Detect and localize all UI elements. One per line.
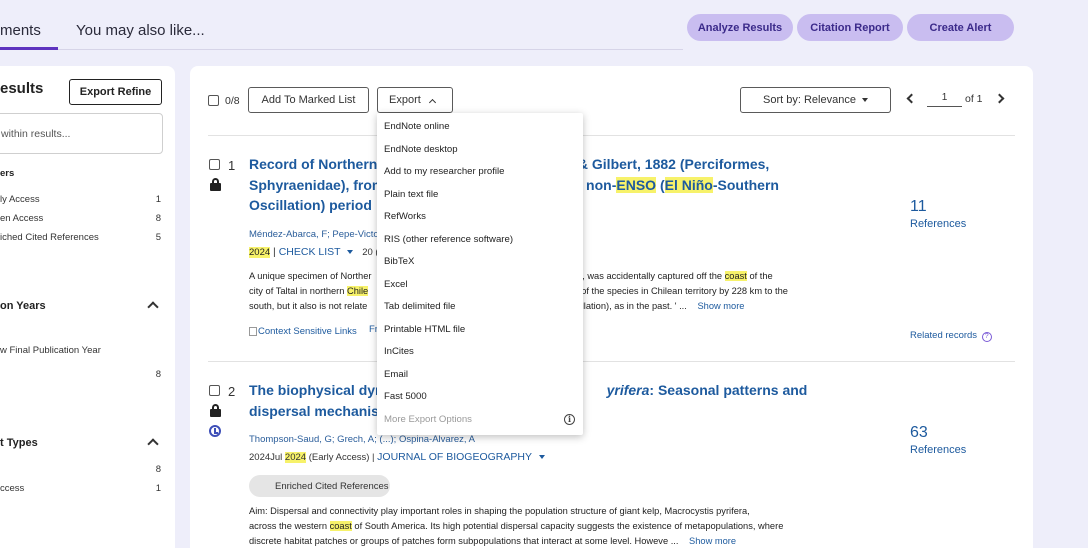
clock-icon — [209, 425, 221, 437]
quick-filters-heading: ers — [0, 168, 15, 179]
search-within-placeholder: within results... — [1, 128, 71, 140]
select-all-checkbox[interactable] — [208, 95, 219, 106]
enriched-cited-references-badge: Enriched Cited References — [249, 475, 390, 497]
lock-icon — [210, 178, 221, 191]
publication-years-heading: on Years — [0, 300, 46, 312]
add-to-marked-list-button[interactable]: Add To Marked List — [248, 87, 369, 113]
info-icon[interactable]: i — [564, 414, 575, 425]
refine-results-title: esults — [0, 80, 44, 97]
reference-count[interactable]: 11 — [910, 198, 927, 216]
export-email[interactable]: Email — [384, 369, 408, 380]
export-printable-html[interactable]: Printable HTML file — [384, 324, 465, 335]
filter-count: 8 — [155, 213, 161, 224]
result-checkbox[interactable] — [209, 385, 220, 396]
show-more-link[interactable]: Show more — [697, 301, 744, 311]
result-abstract: Aim: Dispersal and connectivity play imp… — [249, 506, 784, 546]
filter-enriched-cited-references[interactable]: iched Cited References — [0, 232, 99, 243]
divider — [208, 135, 1015, 136]
caret-down-icon — [861, 98, 868, 102]
export-refworks[interactable]: RefWorks — [384, 211, 426, 222]
result-authors[interactable]: Méndez-Abarca, F; Pepe-Victo — [249, 229, 379, 240]
filter-count: 1 — [155, 194, 161, 205]
export-button[interactable]: Export — [377, 87, 453, 113]
export-menu: EndNote online EndNote desktop Add to my… — [377, 113, 583, 435]
references-label[interactable]: References — [910, 218, 966, 230]
result-authors[interactable]: Thompson-Saud, G; Grech, A; (...); Ospin… — [249, 434, 475, 445]
analyze-results-button[interactable]: Analyze Results — [687, 14, 793, 41]
context-sensitive-links[interactable]: Context Sensitive Links — [249, 326, 357, 337]
export-endnote-desktop[interactable]: EndNote desktop — [384, 144, 458, 155]
export-tab-delimited[interactable]: Tab delimited file — [384, 301, 455, 312]
more-export-options: More Export Options — [384, 414, 472, 425]
create-alert-button[interactable]: Create Alert — [907, 14, 1014, 41]
sort-dropdown[interactable]: Sort by: Relevance — [740, 87, 891, 113]
search-within-input[interactable]: within results... — [0, 113, 163, 154]
doc-type-count: 8 — [155, 464, 161, 475]
export-fast-5000[interactable]: Fast 5000 — [384, 391, 427, 402]
doc-type-item[interactable]: ccess — [0, 483, 24, 494]
sort-label: Sort by: Relevance — [763, 94, 856, 106]
reference-count[interactable]: 63 — [910, 424, 928, 442]
lock-icon — [210, 404, 221, 417]
export-excel[interactable]: Excel — [384, 279, 407, 290]
export-plain-text[interactable]: Plain text file — [384, 189, 438, 200]
document-types-heading: t Types — [0, 437, 38, 449]
publication-year-count: 8 — [155, 369, 161, 380]
page-total: of 1 — [965, 93, 983, 105]
help-icon: ? — [981, 332, 992, 342]
result-source: 2024Jul 2024 (Early Access) | JOURNAL OF… — [249, 451, 545, 463]
result-number: 2 — [228, 384, 236, 399]
broken-image-icon — [249, 326, 257, 336]
divider — [208, 361, 1015, 362]
result-number: 1 — [228, 158, 236, 173]
chevron-up-icon[interactable] — [147, 301, 159, 313]
page-number-input[interactable]: 1 — [927, 89, 962, 107]
related-records-link[interactable]: Related records ? — [910, 330, 992, 342]
show-more-link[interactable]: Show more — [689, 536, 736, 546]
tab-documents[interactable]: ments — [0, 22, 41, 39]
result-checkbox[interactable] — [209, 159, 220, 170]
filter-early-access[interactable]: ly Access — [0, 194, 40, 205]
refine-panel: esults Export Refine within results... e… — [0, 66, 175, 548]
export-label: Export — [389, 94, 421, 106]
chevron-up-icon[interactable] — [147, 438, 159, 450]
export-researcher-profile[interactable]: Add to my researcher profile — [384, 166, 505, 177]
references-label[interactable]: References — [910, 444, 966, 456]
result-source: 2024 | CHECK LIST 20 (3 — [249, 246, 384, 258]
active-tab-indicator — [0, 47, 58, 50]
tab-divider — [58, 49, 683, 50]
caret-down-icon — [538, 455, 545, 460]
caret-down-icon — [347, 250, 354, 255]
export-bibtex[interactable]: BibTeX — [384, 256, 414, 267]
export-refine-button[interactable]: Export Refine — [69, 79, 162, 105]
chevron-up-icon — [428, 98, 436, 106]
selected-count: 0/8 — [225, 95, 240, 107]
citation-report-button[interactable]: Citation Report — [797, 14, 903, 41]
export-incites[interactable]: InCites — [384, 346, 414, 357]
filter-open-access[interactable]: en Access — [0, 213, 43, 224]
filter-count: 5 — [155, 232, 161, 243]
export-ris[interactable]: RIS (other reference software) — [384, 234, 513, 245]
tab-you-may-also-like[interactable]: You may also like... — [76, 22, 205, 39]
export-endnote-online[interactable]: EndNote online — [384, 121, 450, 132]
view-final-publication-year[interactable]: w Final Publication Year — [0, 345, 101, 356]
doc-type-count: 1 — [155, 483, 161, 494]
